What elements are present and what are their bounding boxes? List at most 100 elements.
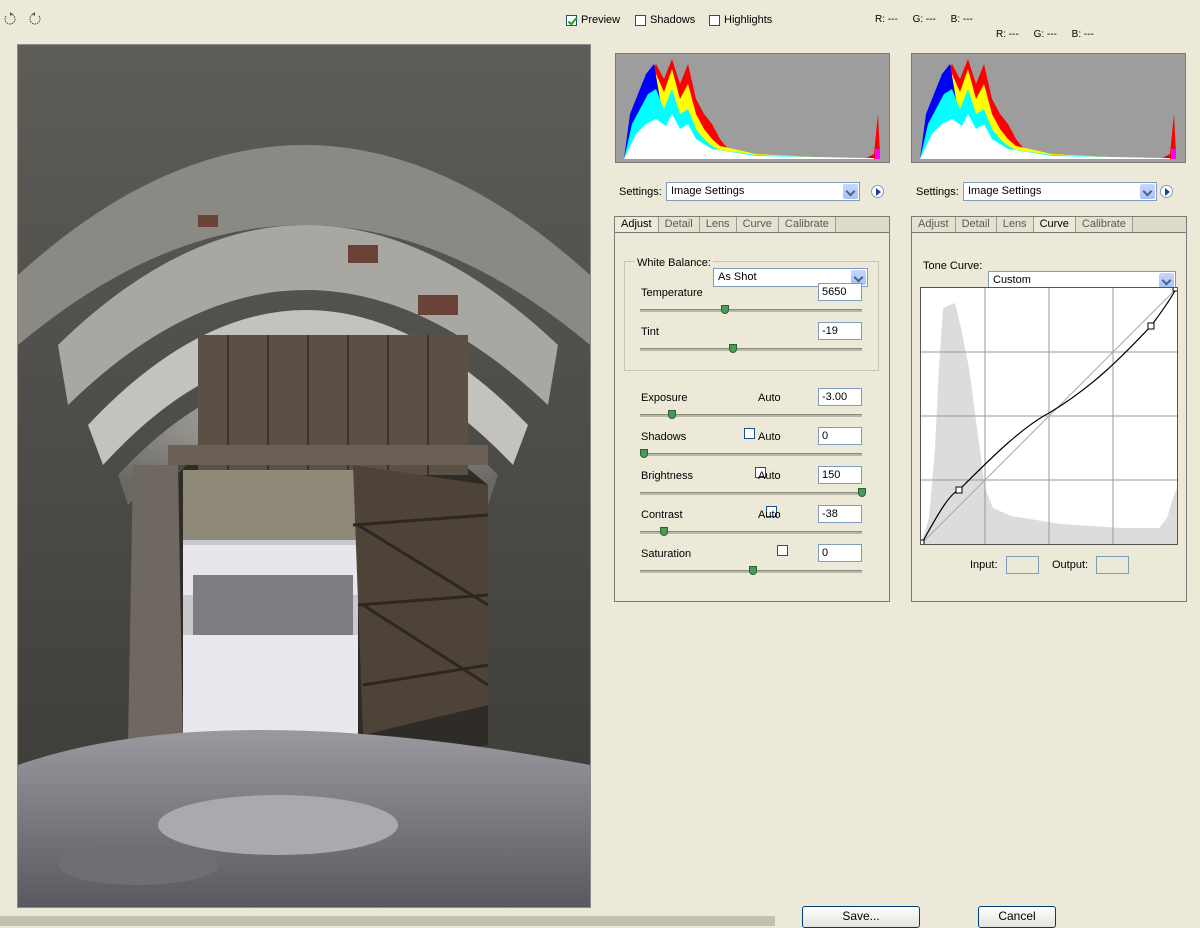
slider-label: Saturation (641, 548, 692, 560)
tab-bar: Adjust Detail Lens Curve Calibrate (912, 217, 1186, 233)
tone-curve-value: Custom (993, 274, 1031, 286)
input-field[interactable] (1006, 556, 1039, 574)
adjust-panel: Adjust Detail Lens Curve Calibrate White… (614, 216, 890, 602)
slider-label: Brightness (641, 470, 693, 482)
chevron-down-icon[interactable] (843, 184, 858, 199)
slider-track[interactable] (640, 531, 862, 534)
histogram-graph (920, 59, 1176, 159)
slider-label: Contrast (641, 509, 683, 521)
slider-thumb[interactable] (640, 449, 648, 458)
settings-menu-icon[interactable] (871, 185, 884, 198)
tone-curve-graph[interactable] (918, 285, 1179, 546)
settings-row-right: Settings: Image Settings (916, 182, 1186, 201)
slider-label: Shadows (641, 431, 687, 443)
curve-point[interactable] (955, 486, 963, 494)
save-button[interactable]: Save... (802, 906, 920, 928)
slider-thumb[interactable] (720, 305, 729, 314)
chevron-down-icon[interactable] (1159, 273, 1174, 288)
input-label: Input: (970, 559, 998, 571)
slider-label: Exposure (641, 392, 688, 404)
readout-b: B: --- (950, 14, 973, 25)
slider-track[interactable] (640, 453, 862, 456)
tone-curve-label: Tone Curve: (923, 260, 983, 272)
tab-bar: Adjust Detail Lens Curve Calibrate (615, 217, 889, 233)
chevron-down-icon[interactable] (1140, 184, 1155, 199)
white-balance-label: White Balance: (635, 257, 713, 269)
auto-label: Auto (758, 392, 781, 404)
tab-adjust[interactable]: Adjust (615, 217, 659, 232)
highlights-checkbox-row[interactable]: Highlights (709, 14, 772, 26)
auto-checkbox[interactable] (777, 545, 788, 556)
curve-panel: Adjust Detail Lens Curve Calibrate Tone … (911, 216, 1187, 602)
curve-point[interactable] (1147, 322, 1155, 330)
highlights-label: Highlights (724, 14, 773, 26)
preview-label: Preview (581, 14, 621, 26)
slider-track[interactable] (640, 309, 862, 312)
rotate-ccw-icon[interactable] (3, 12, 17, 26)
tone-curve-svg[interactable] (918, 285, 1179, 546)
auto-label: Auto (758, 470, 781, 482)
tab-detail[interactable]: Detail (658, 217, 700, 232)
shadows-checkbox[interactable] (635, 14, 646, 26)
curve-point[interactable] (1172, 285, 1179, 292)
slider-value-field[interactable]: -19 (818, 322, 862, 340)
output-label: Output: (1052, 559, 1089, 571)
slider-thumb[interactable] (749, 566, 757, 575)
slider-thumb[interactable] (858, 488, 866, 497)
slider-thumb[interactable] (659, 527, 668, 536)
readout-g: G: --- (912, 14, 936, 25)
tab-lens[interactable]: Lens (699, 217, 737, 232)
auto-checkbox[interactable] (744, 428, 755, 439)
readout-r: R: --- (996, 29, 1019, 40)
preview-checkbox-row[interactable]: Preview (566, 14, 620, 26)
tab-adjust[interactable]: Adjust (912, 217, 956, 232)
slider-label: Tint (641, 326, 659, 338)
histogram-left (615, 53, 890, 163)
slider-value-field[interactable]: 5650 (818, 283, 862, 301)
readout-r: R: --- (875, 14, 898, 25)
histogram-right (911, 53, 1186, 163)
horizontal-scrollbar[interactable] (0, 916, 775, 926)
auto-label: Auto (758, 431, 781, 443)
settings-menu-icon[interactable] (1160, 185, 1173, 198)
histogram-graph (624, 59, 880, 159)
slider-value-field[interactable]: -38 (818, 505, 862, 523)
image-preview[interactable] (17, 44, 591, 908)
auto-label: Auto (758, 509, 781, 521)
curve-point[interactable] (918, 539, 925, 546)
cancel-button[interactable]: Cancel (978, 906, 1056, 928)
readout-g: G: --- (1033, 29, 1057, 40)
slider-value-field[interactable]: 0 (818, 544, 862, 562)
rgb-readout-right: R: --- G: --- B: --- (996, 29, 1106, 40)
tab-calibrate[interactable]: Calibrate (1075, 217, 1133, 232)
tab-curve[interactable]: Curve (1033, 217, 1076, 232)
settings-label: Settings: (916, 185, 959, 198)
slider-label: Temperature (641, 287, 703, 299)
slider-track[interactable] (640, 492, 862, 495)
readout-b: B: --- (1071, 29, 1094, 40)
slider-value-field[interactable]: 0 (818, 427, 862, 445)
settings-select[interactable]: Image Settings (666, 182, 860, 201)
white-balance-value: As Shot (718, 271, 757, 283)
settings-label: Settings: (619, 185, 662, 198)
slider-value-field[interactable]: 150 (818, 466, 862, 484)
archway-photo (18, 45, 590, 907)
tab-calibrate[interactable]: Calibrate (778, 217, 836, 232)
shadows-checkbox-row[interactable]: Shadows (635, 14, 695, 26)
settings-select[interactable]: Image Settings (963, 182, 1157, 201)
output-field[interactable] (1096, 556, 1129, 574)
tab-detail[interactable]: Detail (955, 217, 997, 232)
slider-track[interactable] (640, 348, 862, 351)
settings-row-left: Settings: Image Settings (619, 182, 889, 201)
shadows-label: Shadows (650, 14, 696, 26)
rotate-cw-icon[interactable] (28, 12, 42, 26)
settings-select-value: Image Settings (671, 185, 745, 197)
preview-checkbox[interactable] (566, 14, 577, 26)
tab-lens[interactable]: Lens (996, 217, 1034, 232)
tab-curve[interactable]: Curve (736, 217, 779, 232)
slider-thumb[interactable] (668, 410, 677, 419)
settings-select-value: Image Settings (968, 185, 1042, 197)
highlights-checkbox[interactable] (709, 14, 720, 26)
rgb-readout-left: R: --- G: --- B: --- (875, 14, 985, 25)
slider-value-field[interactable]: -3.00 (818, 388, 862, 406)
